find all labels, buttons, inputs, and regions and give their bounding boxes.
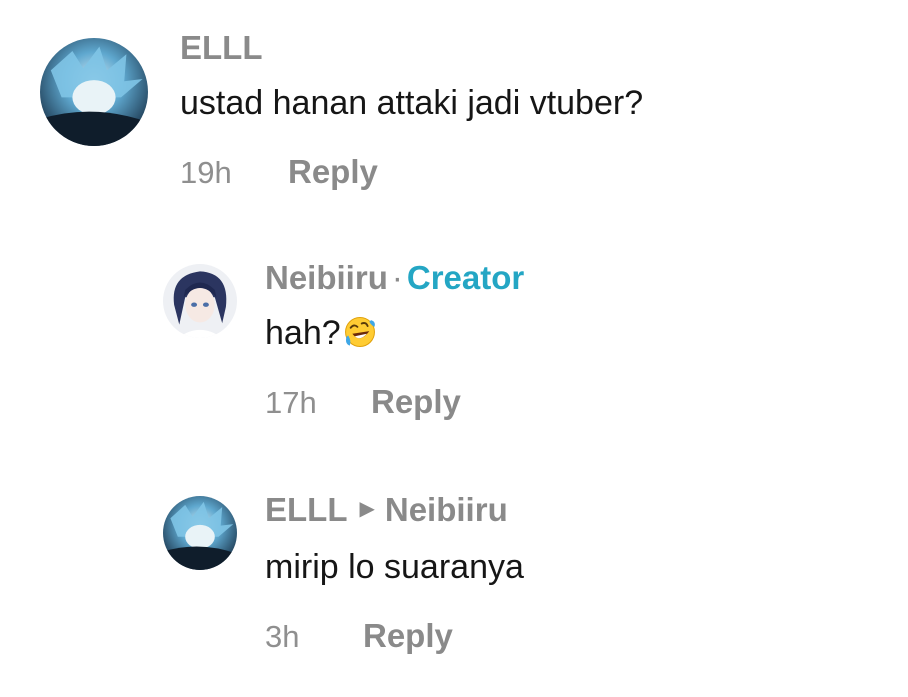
comment-text: ustad hanan attaki jadi vtuber?	[180, 84, 644, 122]
comment-text: mirip lo suaranya	[265, 548, 524, 587]
avatar-image	[40, 38, 148, 146]
creator-badge: Creator	[406, 259, 525, 296]
reply-button[interactable]: Reply	[371, 382, 461, 422]
reply-to-user[interactable]: Neibiiru	[385, 491, 508, 528]
avatar[interactable]	[163, 264, 237, 338]
reply-button[interactable]: Reply	[363, 616, 453, 656]
rolling-on-the-floor-laughing-emoji	[344, 317, 375, 347]
comment-timestamp: 3h	[265, 619, 300, 655]
reply-to-arrow-icon: ▶	[359, 498, 375, 521]
separator-dot: ·	[391, 259, 403, 296]
comment-timestamp: 17h	[265, 385, 317, 420]
comment-author[interactable]: ELLL	[180, 29, 262, 66]
reply-button[interactable]: Reply	[288, 152, 378, 192]
avatar[interactable]	[163, 496, 237, 570]
comment-thread: ELLL ustad hanan attaki jadi vtuber? 19h…	[0, 0, 908, 697]
comment-author[interactable]: Neibiiru	[265, 259, 388, 296]
comment-text-content: hah?	[265, 314, 341, 352]
avatar[interactable]	[40, 38, 148, 146]
comment-timestamp: 19h	[180, 155, 232, 190]
comment-author[interactable]: ELLL	[265, 491, 347, 528]
comment-text: hah?	[265, 312, 524, 354]
avatar-image	[163, 264, 237, 338]
avatar-image	[163, 496, 237, 570]
